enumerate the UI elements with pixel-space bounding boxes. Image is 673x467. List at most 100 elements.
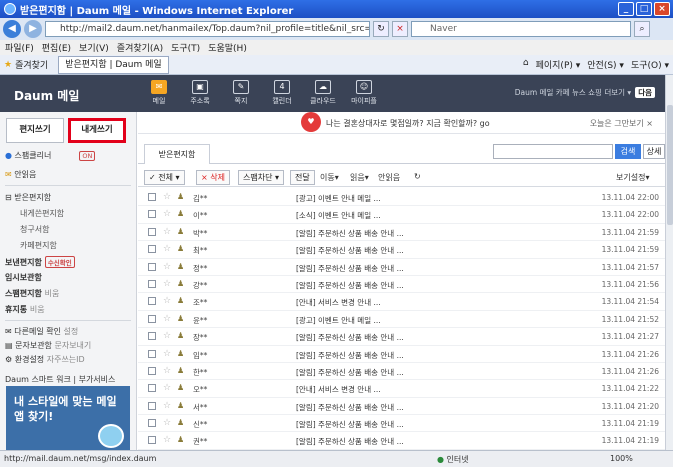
row-sender[interactable]: 오** xyxy=(193,384,283,395)
close-button[interactable]: × xyxy=(654,2,670,16)
row-sender[interactable]: 서** xyxy=(193,402,283,413)
row-subject[interactable]: [광고] 이벤트 안내 메일 ... xyxy=(296,193,546,204)
search-icon[interactable]: ⌕ xyxy=(634,21,650,37)
row-checkbox[interactable] xyxy=(148,366,156,375)
row-subject[interactable]: [광고] 이벤트 안내 메일 ... xyxy=(296,315,546,326)
user-menu[interactable]: 다음 xyxy=(635,87,655,98)
row-sender[interactable]: 박** xyxy=(193,228,283,239)
row-sender[interactable]: 한** xyxy=(193,367,283,378)
row-subject[interactable]: [알림] 주문하신 상품 배송 안내 ... xyxy=(296,367,546,378)
sms-send-link[interactable]: 문자보내기 xyxy=(54,341,91,350)
sms-row[interactable]: ▤ 문자보관함 문자보내기 xyxy=(5,340,91,351)
table-row[interactable]: ☆ ♟ 윤** [광고] 이벤트 안내 메일 ... 13.11.04 21:52 xyxy=(138,311,665,329)
stop-icon[interactable]: × xyxy=(392,21,408,37)
row-subject[interactable]: [알림] 주문하신 상품 배송 안내 ... xyxy=(296,332,546,343)
star-icon[interactable]: ☆ xyxy=(163,227,171,237)
promo-text[interactable]: 나는 결혼상대자로 몇점일까? 지금 확인할까? go xyxy=(326,118,490,129)
mail-app-ad[interactable]: 내 스타일에 맞는 메일앱 찾기! xyxy=(6,386,130,450)
refresh-icon[interactable]: ↻ xyxy=(414,172,421,181)
row-subject[interactable]: [알림] 주문하신 상품 배송 안내 ... xyxy=(296,350,546,361)
row-checkbox[interactable] xyxy=(148,384,156,393)
row-checkbox[interactable] xyxy=(148,193,156,201)
select-all-button[interactable]: ✓ 전체 ▾ xyxy=(144,170,185,185)
table-row[interactable]: ☆ ♟ 신** [알림] 주문하신 상품 배송 안내 ... 13.11.04 21:1… xyxy=(138,415,665,433)
minimize-button[interactable]: _ xyxy=(618,2,634,16)
row-sender[interactable]: 권** xyxy=(193,436,283,447)
back-icon[interactable]: ◀ xyxy=(3,20,21,38)
table-row[interactable]: ☆ ♟ 오** [안내] 서비스 변경 안내 ... 13.11.04 21:22 xyxy=(138,380,665,398)
sidebar-item-cafe[interactable]: 카페편지함 xyxy=(20,240,57,251)
spam-cleaner[interactable]: ● 스팸클리너 ON xyxy=(5,150,96,161)
row-sender[interactable]: 조** xyxy=(193,297,283,308)
row-checkbox[interactable] xyxy=(148,419,156,428)
browser-tab[interactable]: 받은편지함 | Daum 메일 xyxy=(58,55,169,74)
row-sender[interactable]: 정** xyxy=(193,263,283,274)
tab-inbox[interactable]: 받은편지함 xyxy=(144,144,210,164)
row-checkbox[interactable] xyxy=(148,297,156,306)
menu-view[interactable]: 보기(V) xyxy=(79,41,109,54)
detail-search-button[interactable]: 상세 xyxy=(643,144,665,159)
row-subject[interactable]: [알림] 주문하신 상품 배송 안내 ... xyxy=(296,402,546,413)
row-checkbox[interactable] xyxy=(148,245,156,254)
dismiss-banner-link[interactable]: 오늘은 그만보기 × xyxy=(590,118,653,129)
unread-filter[interactable]: 안읽음 xyxy=(378,172,400,183)
row-subject[interactable]: [안내] 서비스 변경 안내 ... xyxy=(296,297,546,308)
empty-spam-link[interactable]: 비움 xyxy=(45,289,60,298)
read-menu[interactable]: 읽음▾ xyxy=(350,172,369,183)
move-menu[interactable]: 이동▾ xyxy=(320,172,339,183)
table-row[interactable]: ☆ ♟ 최** [알림] 주문하신 상품 배송 안내 ... 13.11.04 21:5… xyxy=(138,241,665,259)
star-icon[interactable]: ☆ xyxy=(163,383,171,393)
smart-work-link[interactable]: Daum 스마트 워크 | 부가서비스 xyxy=(5,374,115,385)
read-receipt-badge[interactable]: 수신확인 xyxy=(44,256,75,268)
other-mail-row[interactable]: ✉ 다른메일 확인 설정 xyxy=(5,326,78,337)
table-row[interactable]: ☆ ♟ 임** [알림] 주문하신 상품 배송 안내 ... 13.11.04 21:2… xyxy=(138,346,665,363)
favorites-button[interactable]: 즐겨찾기 xyxy=(15,58,48,71)
sidebar-item-self-mail[interactable]: 내게쓴편지함 xyxy=(20,208,64,219)
star-icon[interactable]: ☆ xyxy=(163,296,171,306)
spam-block-button[interactable]: 스팸차단 ▾ xyxy=(238,170,284,185)
star-icon[interactable]: ☆ xyxy=(163,209,171,219)
row-subject[interactable]: [알림] 주문하신 상품 배송 안내 ... xyxy=(296,436,546,447)
table-row[interactable]: ☆ ♟ 이** [소식] 이벤트 안내 메일 ... 13.11.04 22:00 xyxy=(138,206,665,224)
star-icon[interactable]: ☆ xyxy=(163,244,171,254)
sidebar-item-sent[interactable]: 보낸편지함 수신확인 xyxy=(5,256,75,268)
star-icon[interactable]: ☆ xyxy=(163,366,171,376)
table-row[interactable]: ☆ ♟ 박** [알림] 주문하신 상품 배송 안내 ... 13.11.04 21:5… xyxy=(138,224,665,242)
row-subject[interactable]: [알림] 주문하신 상품 배송 안내 ... xyxy=(296,228,546,239)
row-checkbox[interactable] xyxy=(148,262,156,271)
nav-mypeople[interactable]: ☺ 마이피플 xyxy=(345,78,383,106)
table-row[interactable]: ☆ ♟ 강** [알림] 주문하신 상품 배송 안내 ... 13.11.04 21:5… xyxy=(138,276,665,294)
refresh-icon[interactable]: ↻ xyxy=(373,21,389,37)
row-checkbox[interactable] xyxy=(148,436,156,445)
row-sender[interactable]: 신** xyxy=(193,419,283,430)
row-subject[interactable]: [소식] 이벤트 안내 메일 ... xyxy=(296,210,546,221)
vertical-scrollbar[interactable] xyxy=(665,75,673,450)
menu-tools[interactable]: 도구(T) xyxy=(171,41,200,54)
page-menu[interactable]: 페이지(P) ▾ xyxy=(536,58,581,71)
star-icon[interactable]: ☆ xyxy=(163,314,171,324)
row-checkbox[interactable] xyxy=(148,227,156,236)
row-subject[interactable]: [알림] 주문하신 상품 배송 안내 ... xyxy=(296,419,546,430)
scrollbar-thumb[interactable] xyxy=(667,105,673,225)
star-icon[interactable]: ☆ xyxy=(163,262,171,272)
forward-icon[interactable]: ▶ xyxy=(24,20,42,38)
frequent-id-link[interactable]: 자주쓰는ID xyxy=(47,355,85,364)
row-sender[interactable]: 임** xyxy=(193,350,283,361)
write-button[interactable]: 편지쓰기 xyxy=(6,118,64,143)
mail-search-input[interactable] xyxy=(493,144,613,159)
other-mail-settings-link[interactable]: 설정 xyxy=(64,327,79,336)
safety-menu[interactable]: 안전(S) ▾ xyxy=(587,58,624,71)
forward-button[interactable]: 전달 xyxy=(290,170,315,185)
mail-search-button[interactable]: 검색 xyxy=(615,144,641,159)
table-row[interactable]: ☆ ♟ 김** [광고] 이벤트 안내 메일 ... 13.11.04 22:00 xyxy=(138,189,665,207)
sidebar-item-inbox[interactable]: ⊟ 받은편지함 xyxy=(5,192,51,203)
menu-edit[interactable]: 편집(E) xyxy=(42,41,71,54)
table-row[interactable]: ☆ ♟ 권** [알림] 주문하신 상품 배송 안내 ... 13.11.04 21:1… xyxy=(138,432,665,450)
zoom-level[interactable]: 100% xyxy=(610,454,633,463)
nav-cloud[interactable]: ☁ 클라우드 xyxy=(304,78,342,106)
sidebar-item-spam[interactable]: 스팸편지함 비움 xyxy=(5,288,59,299)
table-row[interactable]: ☆ ♟ 서** [알림] 주문하신 상품 배송 안내 ... 13.11.04 21:2… xyxy=(138,398,665,416)
sidebar-item-trash[interactable]: 휴지통 비움 xyxy=(5,304,45,315)
row-sender[interactable]: 장** xyxy=(193,332,283,343)
star-icon[interactable]: ☆ xyxy=(163,435,171,445)
